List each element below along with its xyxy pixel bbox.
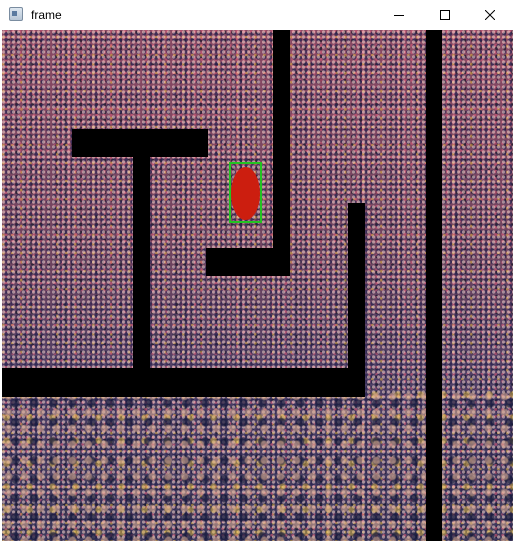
maze-wall-right-inner — [348, 203, 365, 397]
maximize-button[interactable] — [422, 0, 468, 30]
video-frame[interactable] — [2, 30, 513, 541]
maze-wall-top-bar — [72, 129, 208, 157]
ball-detection-box — [229, 162, 262, 223]
minimize-icon — [394, 15, 404, 16]
maze-wall-center-vertical — [273, 30, 290, 276]
title-bar[interactable]: frame — [0, 0, 513, 30]
maze-wall-bottom-bar — [2, 368, 365, 397]
maze-wall-center-foot — [206, 248, 290, 276]
close-icon — [485, 10, 495, 20]
maze-wall-right-outer — [426, 30, 442, 541]
window-title: frame — [31, 8, 62, 22]
close-button[interactable] — [467, 0, 513, 30]
app-window-icon — [9, 7, 23, 21]
maze-wall-left-stem — [133, 157, 150, 368]
app-window: frame — [0, 0, 513, 541]
maximize-icon — [440, 10, 450, 20]
minimize-button[interactable] — [376, 0, 422, 30]
